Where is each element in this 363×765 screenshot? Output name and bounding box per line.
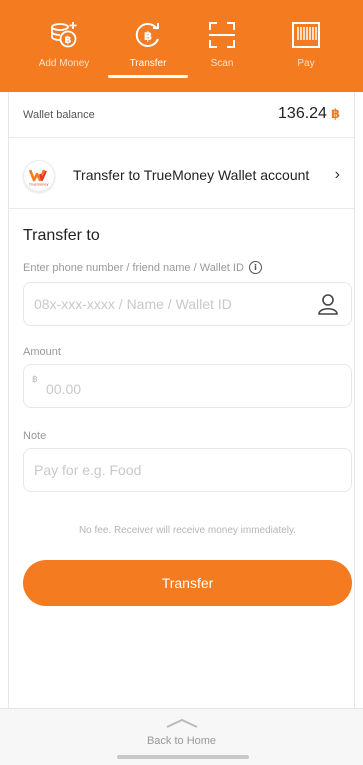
transfer-to-title: Transfer to <box>23 227 100 244</box>
recipient-placeholder: 08x-xxx-xxxx / Name / Wallet ID <box>34 296 232 312</box>
contact-picker-icon[interactable] <box>317 292 339 316</box>
wallet-balance-row: Wallet balance 136.24 ฿ <box>9 92 354 138</box>
svg-text:฿: ฿ <box>65 35 72 46</box>
note-placeholder: Pay for e.g. Food <box>34 462 142 478</box>
amount-label-text: Amount <box>23 346 61 358</box>
chevron-up-icon <box>166 718 197 728</box>
tab-add-money[interactable]: ฿ Add Money <box>30 0 98 92</box>
amount-currency-symbol: ฿ <box>32 374 38 384</box>
active-tab-indicator <box>108 75 188 78</box>
baht-symbol-icon: ฿ <box>330 106 340 121</box>
add-money-icon: ฿ <box>51 22 77 48</box>
transfer-icon: ฿ <box>135 22 159 47</box>
fee-note: No fee. Receiver will receive money imme… <box>78 525 297 536</box>
bottom-bar: Back to Home <box>0 708 363 765</box>
transfer-type-label: Transfer to TrueMoney Wallet account <box>73 167 310 183</box>
pay-barcode-icon <box>292 22 320 48</box>
scan-icon <box>209 22 235 48</box>
info-icon[interactable]: i <box>248 261 262 274</box>
recipient-label: Enter phone number / friend name / Walle… <box>23 261 262 274</box>
wallet-balance-value: 136.24 <box>278 105 327 122</box>
chevron-right-icon: › <box>334 166 340 183</box>
amount-placeholder: 00.00 <box>46 381 82 397</box>
recipient-label-text: Enter phone number / friend name / Walle… <box>23 261 244 274</box>
tab-pay[interactable]: Pay <box>272 0 340 92</box>
wallet-balance-label: Wallet balance <box>23 109 95 121</box>
amount-label: Amount <box>23 346 61 358</box>
note-input[interactable]: Pay for e.g. Food <box>23 448 352 492</box>
tab-scan-label: Scan <box>210 58 234 69</box>
tab-add-money-label: Add Money <box>38 58 90 69</box>
note-label-text: Note <box>23 430 47 442</box>
recipient-input[interactable]: 08x-xxx-xxxx / Name / Wallet ID <box>23 282 352 326</box>
tab-transfer-label: Transfer <box>129 58 167 69</box>
truemoney-logo-icon: truemoney <box>23 160 55 192</box>
back-to-home-label: Back to Home <box>146 735 217 747</box>
amount-input[interactable]: ฿ 00.00 <box>23 364 352 408</box>
wallet-balance-amount: 136.24 ฿ <box>278 105 340 123</box>
svg-text:truemoney: truemoney <box>29 183 48 187</box>
note-label: Note <box>23 430 46 442</box>
transfer-type-selector[interactable]: truemoney Transfer to TrueMoney Wallet a… <box>9 140 354 209</box>
tab-pay-label: Pay <box>297 58 315 69</box>
svg-text:฿: ฿ <box>144 29 152 43</box>
back-to-home-button[interactable]: Back to Home <box>0 715 363 747</box>
tab-scan[interactable]: Scan <box>188 0 256 92</box>
transfer-button[interactable]: Transfer <box>23 560 352 606</box>
top-navigation-bar: ฿ Add Money ฿ Transfer Scan Pay <box>0 0 363 92</box>
home-indicator <box>117 755 249 759</box>
tab-transfer[interactable]: ฿ Transfer <box>114 0 182 92</box>
